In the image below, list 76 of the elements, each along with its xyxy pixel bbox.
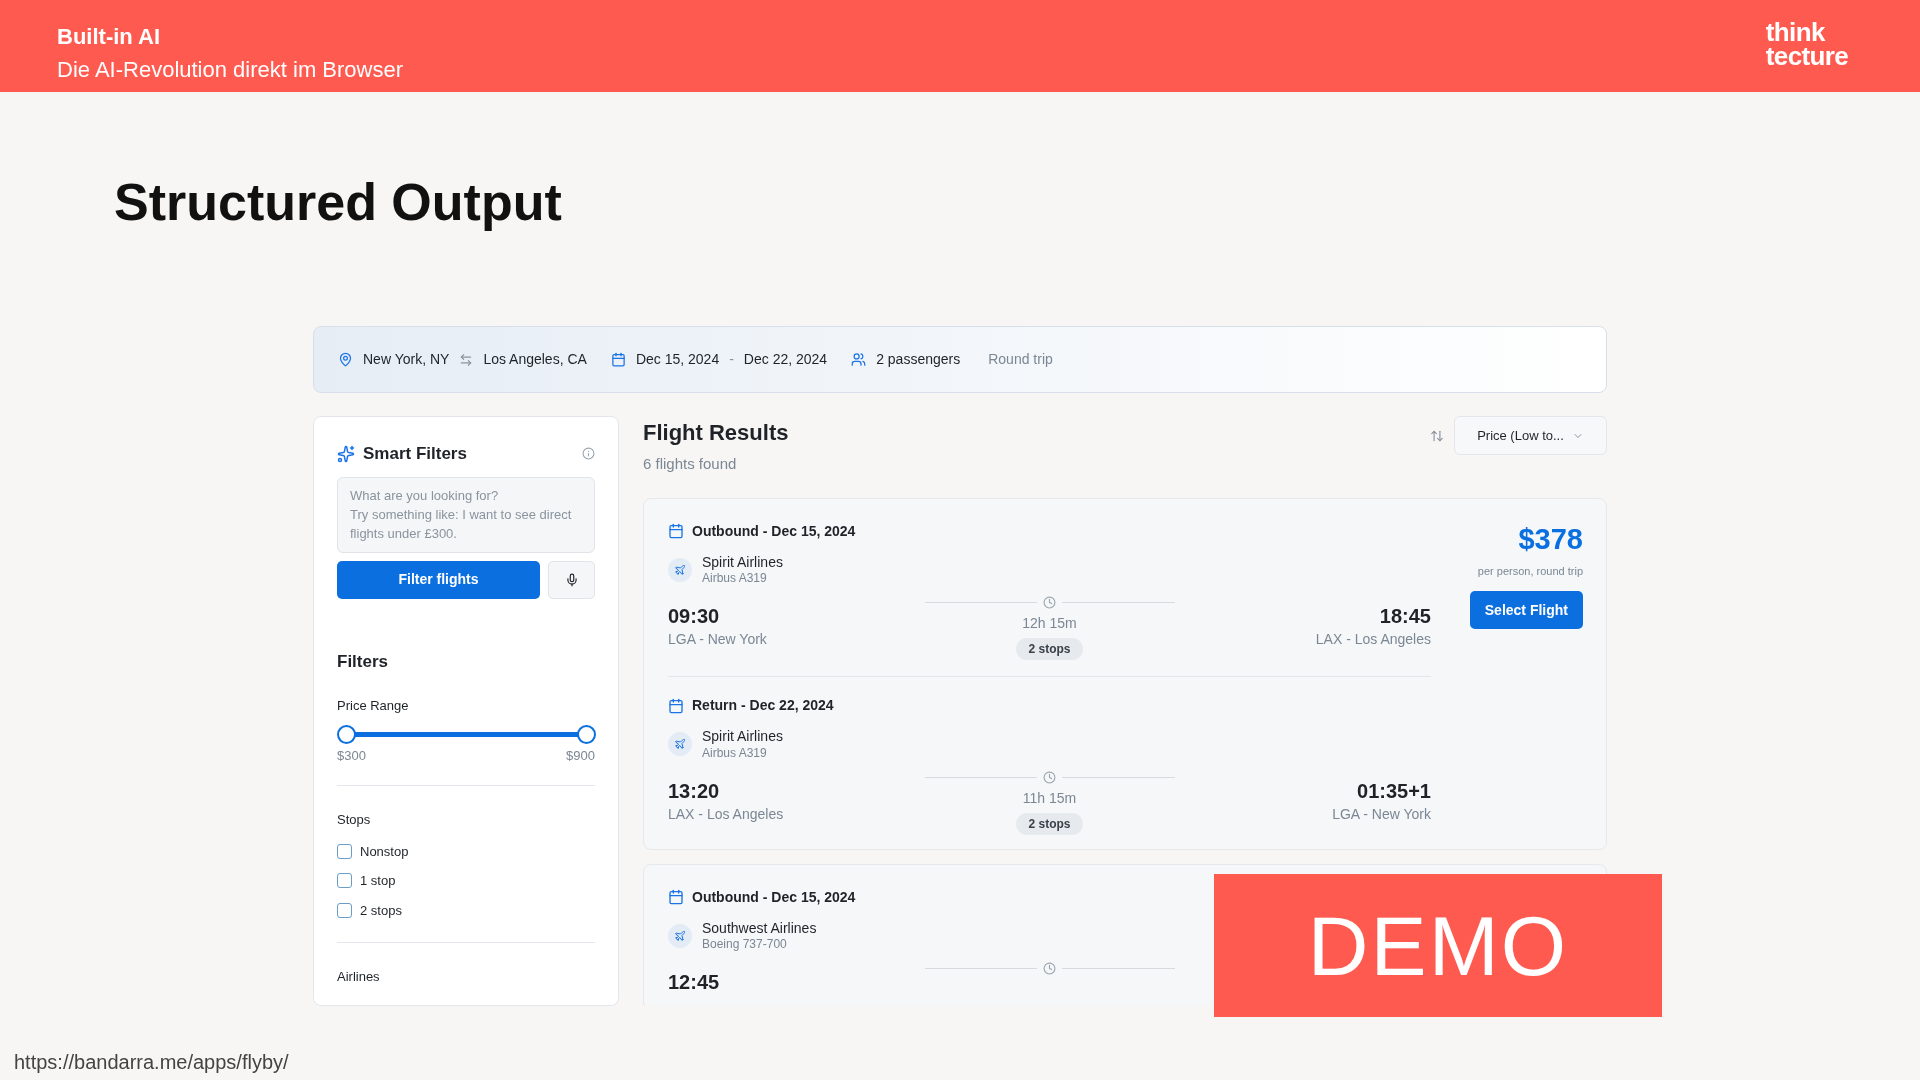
slider-thumb[interactable] — [577, 724, 596, 744]
stop-option-label: 2 stops — [360, 901, 402, 920]
departure-time: 12:45 — [668, 970, 721, 995]
origin-city: New York, NY — [363, 350, 450, 369]
clock-icon — [1043, 770, 1056, 784]
sort-dropdown[interactable]: Price (Low to... — [1454, 416, 1607, 455]
airline-name: Spirit Airlines — [702, 553, 783, 571]
aircraft-type: Airbus A319 — [702, 571, 768, 586]
trip-type: Round trip — [988, 350, 1053, 369]
passengers-icon — [851, 352, 867, 367]
checkbox[interactable] — [337, 843, 352, 859]
calendar-icon — [610, 352, 626, 367]
arrival-airport: LAX - Los Angeles — [1315, 630, 1431, 649]
price-min: $300 — [337, 746, 366, 765]
filters-heading: Filters — [337, 650, 390, 673]
price-range-label: Price Range — [337, 697, 410, 715]
airlines-label: Airlines — [337, 968, 381, 986]
header-subtitle: Die AI-Revolution direkt im Browser — [57, 56, 403, 84]
plane-icon — [668, 732, 692, 757]
date-separator: - — [729, 350, 734, 369]
flight-price: $378 — [1518, 521, 1583, 557]
microphone-icon — [564, 572, 579, 587]
info-icon — [582, 447, 595, 461]
arrival-airport: LGA - New York — [1332, 804, 1431, 824]
departure-time: 09:30 — [668, 604, 721, 629]
aircraft-type: Airbus A319 — [702, 745, 768, 761]
flight-duration: 11h 15m — [1022, 788, 1077, 808]
checkbox[interactable] — [337, 873, 352, 889]
passenger-count: 2 passengers — [876, 350, 961, 369]
departure-airport: LAX - Los Angeles — [668, 804, 785, 824]
sort-icon — [1430, 428, 1444, 443]
destination-city: Los Angeles, CA — [483, 350, 587, 369]
stop-option-label: Nonstop — [360, 842, 409, 861]
departure-time: 13:20 — [668, 778, 721, 804]
aircraft-type: Boeing 737-700 — [702, 937, 788, 952]
stops-badge: 2 stops — [1016, 638, 1083, 660]
airline-name: Spirit Airlines — [702, 728, 783, 746]
calendar-icon — [668, 523, 684, 539]
results-count: 6 flights found — [643, 454, 738, 474]
results-title: Flight Results — [643, 419, 789, 447]
price-range-slider[interactable] — [337, 723, 595, 744]
return-date: Dec 22, 2024 — [743, 350, 828, 369]
microphone-button[interactable] — [548, 560, 595, 599]
calendar-icon — [668, 889, 684, 905]
arrival-time: 18:45 — [1379, 604, 1431, 629]
logo: think tecture — [1765, 20, 1848, 68]
arrival-time: 01:35+1 — [1357, 778, 1431, 804]
location-pin-icon — [338, 352, 353, 367]
price-note: per person, round trip — [1477, 563, 1583, 579]
segment-label: Return - Dec 22, 2024 — [692, 696, 834, 715]
header-title: Built-in AI — [57, 23, 162, 51]
filter-flights-button[interactable]: Filter flights — [337, 560, 540, 599]
airline-name: Southwest Airlines — [702, 919, 817, 937]
clock-icon — [1043, 596, 1056, 609]
clock-icon — [1043, 962, 1056, 975]
stop-option-label: 1 stop — [360, 872, 396, 890]
calendar-icon — [668, 697, 684, 714]
sparkle-icon — [337, 444, 355, 463]
demo-badge: DEMO — [1214, 874, 1662, 1017]
stops-label: Stops — [337, 811, 372, 829]
flight-duration: 12h 15m — [1022, 614, 1077, 633]
departure-date: Dec 15, 2024 — [635, 350, 720, 369]
checkbox[interactable] — [337, 902, 352, 918]
smart-filters-title: Smart Filters — [363, 443, 468, 465]
stops-badge: 2 stops — [1016, 812, 1083, 835]
price-max: $900 — [566, 746, 595, 765]
slider-thumb[interactable] — [337, 724, 356, 744]
swap-arrows-icon — [459, 352, 474, 367]
departure-airport: LGA - New York — [668, 630, 768, 649]
plane-icon — [668, 923, 692, 948]
segment-label: Outbound - Dec 15, 2024 — [692, 521, 856, 541]
smart-filter-input[interactable]: What are you looking for? Try something like: I want to see direct flights under £300. — [337, 476, 595, 553]
select-flight-button[interactable]: Select Flight — [1469, 591, 1583, 630]
plane-icon — [668, 557, 692, 582]
footer-url: https://bandarra.me/apps/flyby/ — [14, 1050, 289, 1075]
segment-label: Outbound - Dec 15, 2024 — [692, 887, 856, 907]
